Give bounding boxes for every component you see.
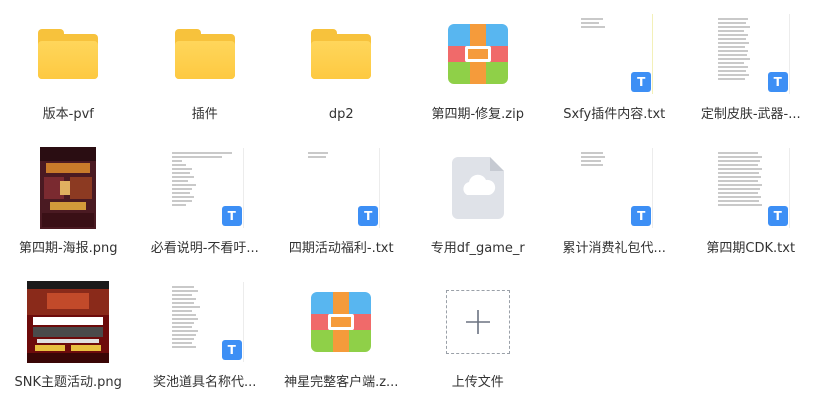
file-name: 累计消费礼包代...: [562, 241, 666, 256]
file-item-txt-custom-skin[interactable]: T 定制皮肤-武器-...: [683, 8, 819, 142]
file-name: 定制皮肤-武器-...: [700, 107, 801, 122]
file-name: 必看说明-不看吁...: [150, 241, 259, 256]
txt-badge: T: [767, 72, 788, 92]
text-file-icon: T: [705, 142, 797, 234]
file-name: 第四期-修复.zip: [431, 107, 524, 122]
image-thumbnail: [22, 276, 114, 368]
text-file-icon: T: [705, 8, 797, 100]
cloud-file-icon: [432, 142, 524, 234]
file-item-zip-fix[interactable]: 第四期-修复.zip: [410, 8, 547, 142]
file-item-folder-dp2[interactable]: dp2: [273, 8, 410, 142]
txt-badge: T: [631, 72, 652, 92]
txt-badge: T: [221, 206, 242, 226]
txt-badge: T: [358, 206, 379, 226]
upload-label: 上传文件: [451, 375, 504, 390]
text-file-icon: T: [159, 276, 251, 368]
image-thumbnail: [22, 142, 114, 234]
file-item-folder-plugins[interactable]: 插件: [137, 8, 274, 142]
file-name: 奖池道具名称代...: [153, 375, 257, 390]
file-name: 专用df_game_r: [430, 241, 525, 256]
file-name: 第四期-海报.png: [18, 241, 118, 256]
txt-badge: T: [631, 206, 652, 226]
file-item-zip-client[interactable]: 神星完整客户端.z...: [273, 276, 410, 410]
upload-box[interactable]: [445, 290, 510, 354]
file-name: 四期活动福利-.txt: [288, 241, 394, 256]
text-file-icon: T: [159, 142, 251, 234]
file-item-txt-prize-pool[interactable]: T 奖池道具名称代...: [137, 276, 274, 410]
folder-icon: [295, 8, 387, 100]
file-name: 第四期CDK.txt: [706, 241, 796, 256]
file-item-png-poster[interactable]: 第四期-海报.png: [0, 142, 137, 276]
text-file-icon: T: [568, 8, 660, 100]
file-name: SNK主题活动.png: [14, 375, 122, 390]
zip-archive-icon: [432, 8, 524, 100]
text-file-icon: T: [568, 142, 660, 234]
file-item-cloud-df-game[interactable]: 专用df_game_r: [410, 142, 547, 276]
upload-file-button[interactable]: 上传文件: [410, 276, 547, 410]
file-name: 版本-pvf: [42, 107, 94, 122]
file-name: Sxfy插件内容.txt: [563, 107, 666, 122]
folder-icon: [22, 8, 114, 100]
file-name: 插件: [191, 107, 218, 122]
zip-archive-icon: [295, 276, 387, 368]
file-item-txt-consumption-gift[interactable]: T 累计消费礼包代...: [546, 142, 683, 276]
txt-badge: T: [221, 340, 242, 360]
file-item-txt-sxfy[interactable]: T Sxfy插件内容.txt: [546, 8, 683, 142]
file-item-folder-version-pvf[interactable]: 版本-pvf: [0, 8, 137, 142]
txt-badge: T: [767, 206, 788, 226]
file-name: 神星完整客户端.z...: [284, 375, 399, 390]
text-file-icon: T: [295, 142, 387, 234]
plus-icon: [465, 310, 490, 334]
file-grid: 版本-pvf 插件 dp2 第四期-修复.zip T Sxfy插件内容.txt …: [0, 0, 819, 420]
folder-icon: [159, 8, 251, 100]
file-item-txt-must-read[interactable]: T 必看说明-不看吁...: [137, 142, 274, 276]
file-item-txt-activity-benefits[interactable]: T 四期活动福利-.txt: [273, 142, 410, 276]
file-item-txt-cdk[interactable]: T 第四期CDK.txt: [683, 142, 819, 276]
file-name: dp2: [328, 107, 354, 122]
file-item-png-snk-event[interactable]: SNK主题活动.png: [0, 276, 137, 410]
